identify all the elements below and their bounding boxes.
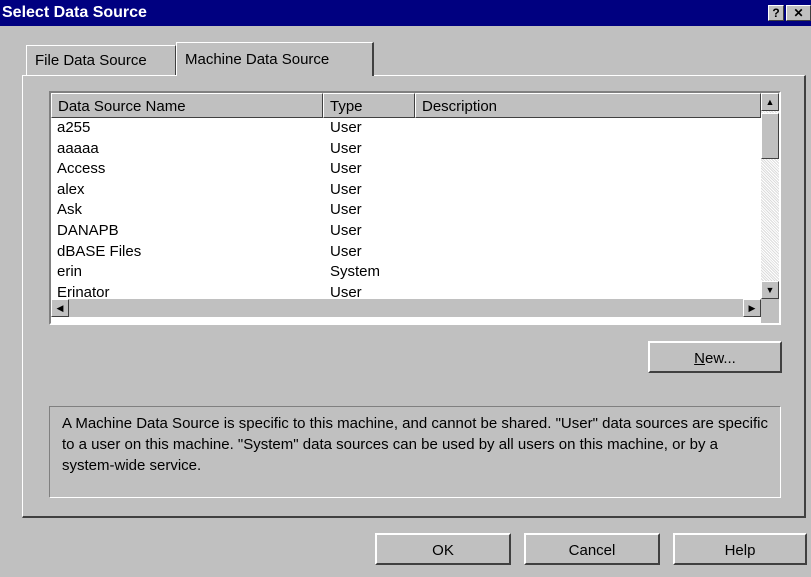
column-header-type[interactable]: Type — [323, 93, 415, 118]
ok-button[interactable]: OK — [375, 533, 511, 565]
new-button-label: ew... — [704, 350, 736, 367]
scroll-up-arrow-icon[interactable]: ▲ — [761, 93, 779, 111]
item-name: Access — [57, 160, 106, 178]
list-item[interactable]: a255 User — [51, 118, 761, 139]
list-item[interactable]: Ask User — [51, 200, 761, 221]
item-type: User — [330, 160, 362, 178]
list-item[interactable]: DANAPB User — [51, 221, 761, 242]
help-icon[interactable]: ? — [768, 5, 784, 21]
new-button[interactable]: New... — [648, 341, 782, 373]
item-type: User — [330, 119, 362, 136]
item-type: User — [330, 221, 362, 239]
list-rows: a255 User aaaaa User Access User alex User A… — [51, 118, 761, 303]
list-item[interactable]: erin System — [51, 262, 761, 283]
list-item[interactable]: dBASE Files User — [51, 242, 761, 263]
column-header-name[interactable]: Data Source Name — [51, 93, 323, 118]
item-type: System — [330, 263, 381, 281]
item-name: alex — [57, 180, 85, 198]
scrollbar-corner — [761, 299, 779, 323]
cancel-button[interactable]: Cancel — [524, 533, 660, 565]
column-header-description[interactable]: Description — [415, 93, 761, 118]
close-icon[interactable]: ✕ — [786, 5, 811, 21]
vertical-scrollbar[interactable]: ▲ ▼ — [761, 93, 779, 299]
help-button[interactable]: Help — [673, 533, 807, 565]
scroll-right-arrow-icon[interactable]: ▶ — [743, 299, 761, 317]
item-name: aaaaa — [57, 139, 99, 157]
tab-file-data-source[interactable]: File Data Source — [26, 45, 176, 75]
select-data-source-dialog: Select Data Source ? ✕ File Data Source … — [0, 0, 811, 577]
tab-machine-data-source[interactable]: Machine Data Source — [176, 42, 374, 76]
list-item[interactable]: Access User — [51, 159, 761, 180]
item-type: User — [330, 139, 362, 157]
item-name: DANAPB — [57, 221, 119, 239]
item-type: User — [330, 180, 362, 198]
item-name: erin — [57, 263, 83, 281]
item-name: dBASE Files — [57, 242, 142, 260]
item-name: a255 — [57, 119, 91, 136]
item-type: User — [330, 242, 362, 260]
scroll-down-arrow-icon[interactable]: ▼ — [761, 281, 779, 299]
scrollbar-thumb[interactable] — [761, 113, 779, 159]
scroll-left-arrow-icon[interactable]: ◀ — [51, 299, 69, 317]
title-bar[interactable]: Select Data Source ? ✕ — [0, 0, 811, 26]
horizontal-scrollbar[interactable]: ◀ ▶ — [51, 299, 761, 317]
new-button-accelerator: N — [694, 350, 705, 367]
item-name: Ask — [57, 201, 83, 219]
list-item[interactable]: aaaaa User — [51, 139, 761, 160]
window-title: Select Data Source — [2, 4, 147, 21]
list-item[interactable]: alex User — [51, 180, 761, 201]
info-box: A Machine Data Source is specific to thi… — [49, 406, 781, 498]
item-type: User — [330, 201, 362, 219]
data-source-list[interactable]: Data Source Name Type Description a255 Us… — [49, 91, 781, 325]
info-text: A Machine Data Source is specific to thi… — [62, 415, 769, 474]
